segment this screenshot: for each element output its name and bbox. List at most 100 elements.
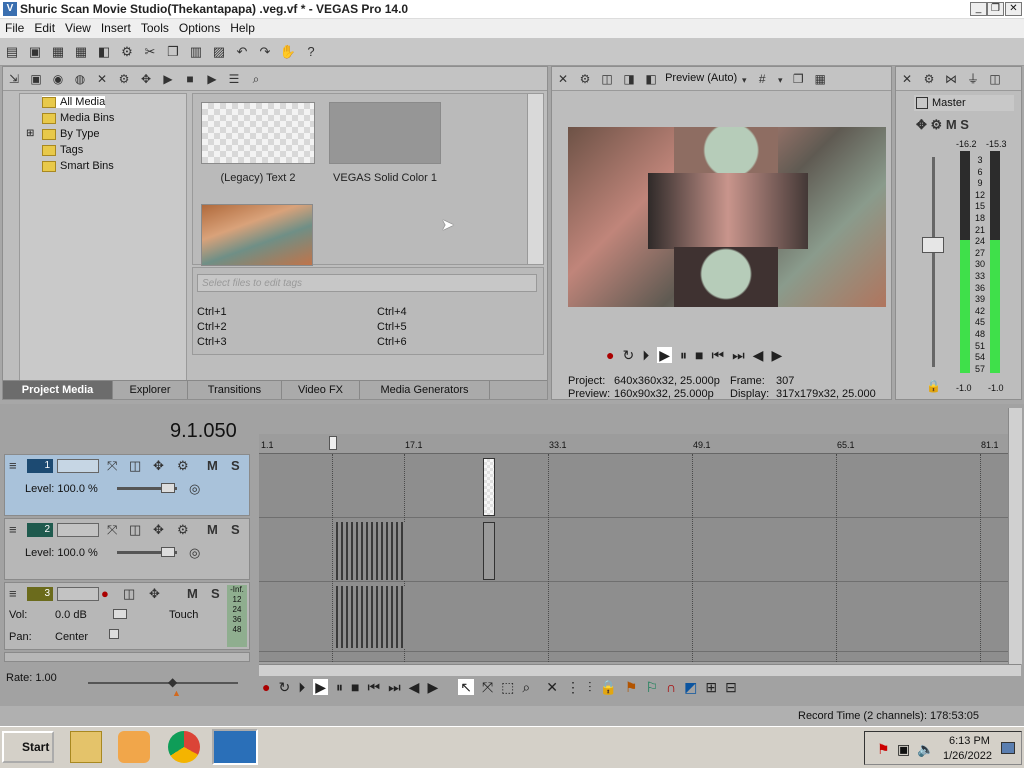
audio-track-3[interactable]: ≡ 3 ● ◫ ✥ M S Vol: 0.0 dB Touch Pan: Cen… [4,582,250,650]
copy-snapshot-icon[interactable]: ❐ [789,70,807,88]
track-motion-icon[interactable]: ⤧ [107,522,117,538]
trim-icon[interactable]: ⋮ [566,679,580,695]
auto-crossfade-icon[interactable]: ◩ [684,679,697,695]
vegas-taskbar-icon[interactable] [212,729,258,765]
help-icon[interactable]: ? [302,43,320,61]
arm-record-icon[interactable]: ● [101,586,109,601]
master-fader[interactable] [922,237,944,253]
explorer-taskbar-icon[interactable] [70,731,102,763]
close-button[interactable]: ✕ [1005,2,1022,16]
external-monitor-icon[interactable]: ◫ [598,70,616,88]
solo-button[interactable]: S [960,117,969,132]
previous-frame-icon[interactable]: ◀ [409,679,420,695]
track-fx-icon[interactable]: ✥ [149,586,160,602]
enable-snapping-icon[interactable]: ✋ [279,43,297,61]
level-slider-knob[interactable] [161,547,175,557]
menu-edit[interactable]: Edit [29,19,60,37]
views-icon[interactable]: ☰ [225,70,243,88]
remove-icon[interactable]: ✕ [93,70,111,88]
preview-quality-dropdown[interactable]: Preview (Auto) [665,72,737,84]
next-frame-icon[interactable]: ▶ [771,347,782,363]
record-icon[interactable]: ● [606,347,614,363]
menu-file[interactable]: File [0,19,29,37]
dim-icon[interactable]: ⏚ [964,70,982,88]
ripple-icon[interactable]: ⊞ [705,679,717,695]
collapse-icon[interactable]: ≡ [9,522,17,537]
track-motion-icon[interactable]: ⤧ [107,458,117,474]
compositing-icon[interactable]: ✥ [153,458,164,474]
selection-tool-icon[interactable]: ⬚ [501,679,514,695]
track-lane-4[interactable] [259,652,1009,662]
volume-icon[interactable]: 🔈 [917,741,934,758]
compositing-icon[interactable]: ✥ [153,522,164,538]
automation-mode[interactable]: Touch [169,609,198,621]
tree-expander[interactable]: ⊞ [26,128,34,139]
mute-button[interactable]: M [187,586,198,601]
menu-insert[interactable]: Insert [96,19,136,37]
go-to-end-icon[interactable]: ⏭ [732,347,745,363]
normal-edit-tool-icon[interactable]: ↖ [458,679,474,695]
solid-color-thumbnail[interactable] [329,102,441,164]
undo-icon[interactable]: ↶ [233,43,251,61]
delete-icon[interactable]: ✕ [546,679,558,695]
save-as-icon[interactable]: ▦ [72,43,90,61]
solo-button[interactable]: S [231,458,240,473]
menu-tools[interactable]: Tools [136,19,174,37]
vol-slider-knob[interactable] [113,609,127,619]
composite-mode-icon[interactable]: ◎ [189,481,200,497]
event-solid-clip[interactable] [483,522,495,580]
track-fx-icon[interactable]: ◫ [129,522,141,538]
event-text-clip[interactable] [483,458,495,516]
tab-video-fx[interactable]: Video FX [282,381,360,399]
copy-icon[interactable]: ❐ [164,43,182,61]
track-settings-icon[interactable]: ⚙ [177,458,189,474]
previous-frame-icon[interactable]: ◀ [753,347,764,363]
close-panel-icon[interactable]: ✕ [898,70,916,88]
mute-button[interactable]: M [207,522,218,537]
marker-icon[interactable]: ⚑ [625,679,638,695]
tab-media-generators[interactable]: Media Generators [360,381,490,399]
audio-out-icon[interactable]: ◫ [986,70,1004,88]
mute-button[interactable]: M [946,117,957,132]
save-icon[interactable]: ▦ [49,43,67,61]
go-to-start-icon[interactable]: ⏮ [367,679,380,695]
tree-all-media[interactable]: All Media [42,96,106,108]
play-from-start-icon[interactable]: ⏵ [298,679,305,695]
solo-button[interactable]: S [231,522,240,537]
master-fx-icon[interactable]: ✥ [916,117,927,132]
track-name-field[interactable] [57,523,99,537]
redo-icon[interactable]: ↷ [256,43,274,61]
video-clip-thumbnail[interactable] [201,204,313,266]
mute-button[interactable]: M [207,458,218,473]
event-audio-clips[interactable] [336,586,406,648]
stop-icon[interactable]: ■ [351,679,359,695]
autopreview-icon[interactable]: ▶ [203,70,221,88]
tab-explorer[interactable]: Explorer [113,381,188,399]
media-fx-icon[interactable]: ⚙ [115,70,133,88]
play-media-icon[interactable]: ▶ [159,70,177,88]
composite-mode-icon[interactable]: ◎ [189,545,200,561]
track-settings-icon[interactable]: ⚙ [177,522,189,538]
track-name-field[interactable] [57,587,99,601]
record-icon[interactable]: ● [262,679,270,695]
search-icon[interactable]: ⌕ [247,70,265,88]
legacy-text-thumbnail[interactable] [201,102,315,164]
menu-options[interactable]: Options [174,19,225,37]
tags-input[interactable]: Select files to edit tags [197,274,537,292]
media-scrollbar[interactable] [527,94,543,264]
master-settings-icon[interactable]: ⚙ [931,117,943,132]
media-player-taskbar-icon[interactable] [118,731,150,763]
maximize-button[interactable]: ❐ [987,2,1004,16]
go-to-end-icon[interactable]: ⏭ [388,679,401,695]
region-icon[interactable]: ⚐ [645,679,658,695]
video-track-1[interactable]: ≡ 1 ⤧ ◫ ✥ ⚙ M S Level: 100.0 % ◎ [4,454,250,516]
web-icon[interactable]: ◍ [71,70,89,88]
audio-track-4[interactable] [4,652,250,662]
delete-icon[interactable]: ▨ [210,43,228,61]
capture-icon[interactable]: ▣ [27,70,45,88]
flag-icon[interactable]: ⚑ [877,741,890,758]
chevron-down-icon[interactable]: ▾ [739,71,749,89]
pause-icon[interactable]: ⏸ [336,679,343,695]
save-snapshot-icon[interactable]: ▦ [811,70,829,88]
timeline-scrollbar-h[interactable] [259,664,1021,676]
